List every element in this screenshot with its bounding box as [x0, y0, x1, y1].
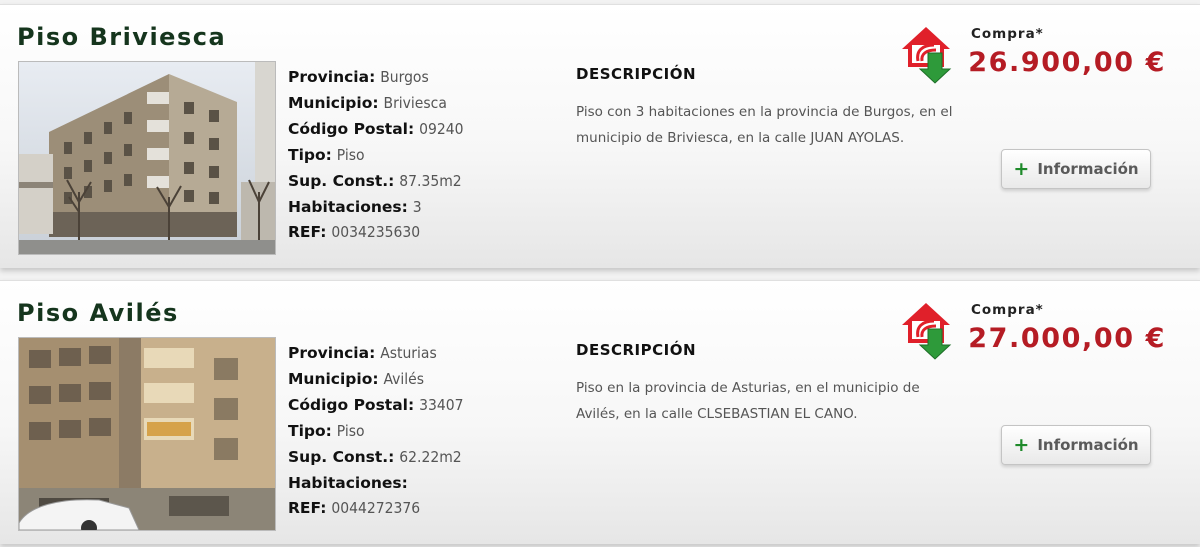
- detail-row-provincia: Provincia: Asturias: [288, 344, 437, 362]
- listing-title[interactable]: Piso Avilés: [17, 299, 179, 327]
- detail-row-codigo-postal: Código Postal: 33407: [288, 395, 464, 414]
- property-listing: Piso Avilés Provincia: Asturias Municipi…: [0, 280, 1200, 544]
- listing-title[interactable]: Piso Briviesca: [17, 23, 226, 51]
- detail-row-municipio: Municipio: Briviesca: [288, 93, 447, 112]
- buy-label: Compra*: [971, 302, 1044, 318]
- detail-row-ref: REF: 0044272376: [288, 499, 421, 518]
- property-listing: Piso Briviesca Provincia: Burgos Municip…: [0, 4, 1200, 268]
- price: 26.900,00 €: [968, 47, 1166, 78]
- detail-row-tipo: Tipo: Piso: [288, 145, 365, 164]
- info-button-label: Información: [1037, 160, 1139, 178]
- buy-label: Compra*: [971, 26, 1044, 42]
- price: 27.000,00 €: [968, 323, 1166, 354]
- property-photo[interactable]: [18, 61, 276, 255]
- plus-icon: +: [1013, 157, 1030, 180]
- detail-row-habitaciones: Habitaciones:: [288, 473, 408, 492]
- description-heading: DESCRIPCIÓN: [576, 65, 697, 83]
- detail-row-codigo-postal: Código Postal: 09240: [288, 119, 464, 138]
- info-button[interactable]: + Información: [1001, 149, 1151, 189]
- description-heading: DESCRIPCIÓN: [576, 341, 697, 359]
- house-buy-icon: [898, 299, 956, 361]
- building-photo-icon: [19, 338, 275, 530]
- description-text: Piso con 3 habitaciones en la provincia …: [576, 104, 953, 146]
- detail-row-provincia: Provincia: Burgos: [288, 68, 429, 86]
- info-button[interactable]: + Información: [1001, 425, 1151, 465]
- property-details: Provincia: Asturias Municipio: Avilés Có…: [288, 341, 463, 522]
- plus-icon: +: [1013, 433, 1030, 456]
- detail-row-habitaciones: Habitaciones: 3: [288, 197, 422, 216]
- detail-row-ref: REF: 0034235630: [288, 223, 421, 242]
- detail-row-sup-const: Sup. Const.: 87.35m2: [288, 171, 462, 190]
- house-buy-icon: [898, 23, 956, 85]
- property-details: Provincia: Burgos Municipio: Briviesca C…: [288, 65, 463, 246]
- detail-row-municipio: Municipio: Avilés: [288, 369, 424, 388]
- info-button-label: Información: [1037, 436, 1139, 454]
- detail-row-sup-const: Sup. Const.: 62.22m2: [288, 447, 462, 466]
- building-photo-icon: [19, 62, 275, 254]
- detail-row-tipo: Tipo: Piso: [288, 421, 365, 440]
- property-photo[interactable]: [18, 337, 276, 531]
- description-text: Piso en la provincia de Asturias, en el …: [576, 380, 920, 422]
